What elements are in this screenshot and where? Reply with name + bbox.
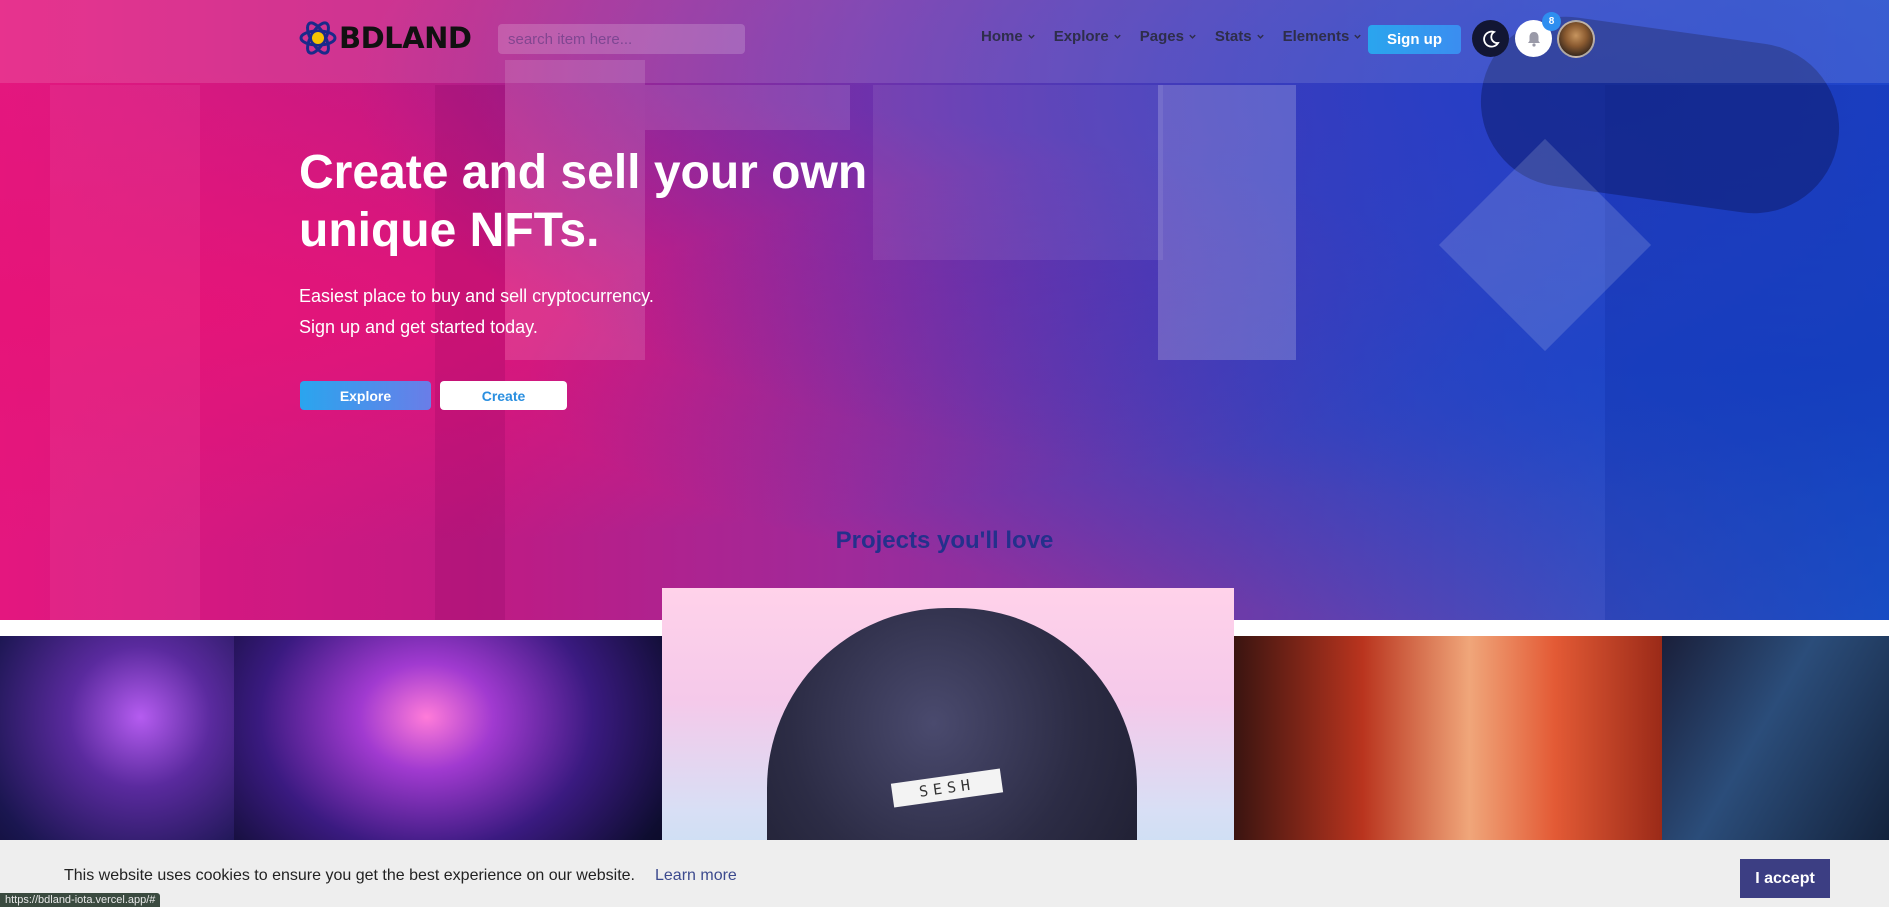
- notification-count-badge: 8: [1542, 12, 1561, 31]
- menu-item-home[interactable]: Home: [981, 28, 1036, 45]
- cookie-message: This website uses cookies to ensure you …: [64, 867, 635, 884]
- create-button[interactable]: Create: [440, 381, 567, 410]
- chevron-down-icon: [1189, 34, 1196, 39]
- brand-logo[interactable]: BDLAND: [299, 19, 472, 57]
- chevron-down-icon: [1256, 34, 1264, 39]
- learn-more-link[interactable]: Learn more: [655, 867, 737, 885]
- atom-logo-icon: [299, 19, 337, 57]
- main-menu: Home Explore Pages Stats Elements: [981, 28, 1380, 45]
- chevron-down-icon: [1114, 34, 1121, 39]
- dark-mode-toggle[interactable]: [1472, 20, 1509, 57]
- chevron-down-icon: [1354, 34, 1362, 39]
- hero-decor-shape: [1158, 85, 1296, 360]
- menu-item-explore[interactable]: Explore: [1054, 28, 1122, 45]
- chevron-down-icon: [1027, 34, 1035, 39]
- accept-cookies-button[interactable]: I accept: [1740, 859, 1830, 898]
- menu-item-label: Pages: [1139, 28, 1184, 45]
- hero-subtitle-line: Easiest place to buy and sell cryptocurr…: [299, 286, 654, 306]
- menu-item-elements[interactable]: Elements: [1283, 28, 1363, 45]
- moon-icon: [1482, 30, 1500, 47]
- top-navbar: BDLAND Home Explore Pages Stats Elements…: [0, 0, 1889, 83]
- menu-item-label: Elements: [1282, 28, 1350, 45]
- hero-subtitle: Easiest place to buy and sell cryptocurr…: [299, 281, 654, 343]
- menu-item-label: Explore: [1053, 28, 1109, 45]
- menu-item-label: Home: [981, 28, 1023, 45]
- signup-button[interactable]: Sign up: [1368, 25, 1461, 54]
- search-input[interactable]: [498, 24, 745, 54]
- projects-section-title: Projects you'll love: [835, 527, 1054, 554]
- hero-subtitle-line: Sign up and get started today.: [299, 317, 538, 337]
- explore-button[interactable]: Explore: [300, 381, 431, 410]
- menu-item-pages[interactable]: Pages: [1140, 28, 1197, 45]
- brand-name: BDLAND: [339, 21, 472, 55]
- user-avatar[interactable]: [1557, 20, 1595, 58]
- hero-title: Create and sell your own unique NFTs.: [299, 146, 868, 257]
- bell-icon: [1527, 31, 1540, 47]
- hero-decor-shape: [645, 85, 850, 130]
- menu-item-label: Stats: [1214, 28, 1252, 45]
- menu-item-stats[interactable]: Stats: [1215, 28, 1265, 45]
- cookie-banner: This website uses cookies to ensure you …: [0, 840, 1889, 907]
- browser-status-url: https://bdland-iota.vercel.app/#: [0, 893, 161, 907]
